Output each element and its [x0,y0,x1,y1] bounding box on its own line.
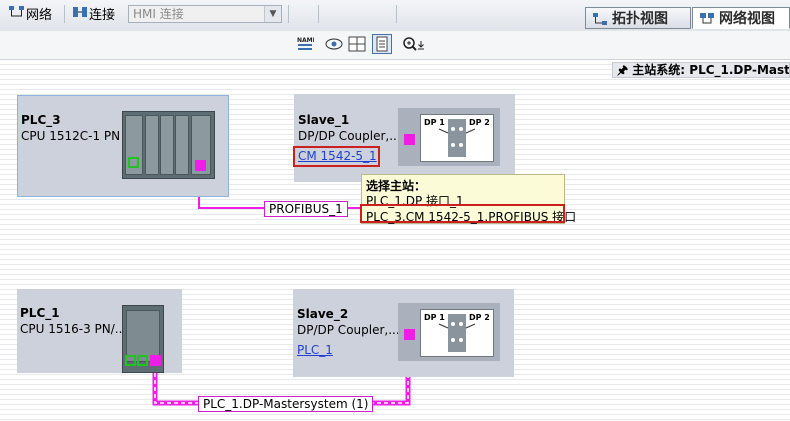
master-assignment-link[interactable]: CM 1542-5_1 [298,149,377,163]
profibus-port[interactable] [195,160,206,171]
profibus-port[interactable] [150,355,161,366]
dp-coupler-graphic: DP 1 DP 2 [420,309,494,357]
dp-port[interactable] [404,134,415,145]
device-type: CPU 1516-3 PN/... [20,322,127,336]
mastersystem-label[interactable]: PLC_1.DP-Mastersystem (1) [198,396,374,412]
dp2-label: DP 2 [469,118,490,127]
device-name: Slave_2 [297,307,349,321]
dp-port[interactable] [404,329,415,340]
profinet-port[interactable] [125,355,136,366]
device-plc-3[interactable]: PLC_3 CPU 1512C-1 PN [17,95,229,197]
cpu-image [122,305,164,373]
device-type: DP/DP Coupler,... [297,323,400,337]
profinet-port[interactable] [128,157,139,168]
dp2-label: DP 2 [469,313,490,322]
device-slave-2[interactable]: Slave_2 DP/DP Coupler,... PLC_1 DP 1 DP … [293,289,514,377]
device-type: CPU 1512C-1 PN [21,129,121,143]
dp-coupler-graphic: DP 1 DP 2 [420,114,494,162]
coupler-module-image: DP 1 DP 2 [398,108,500,166]
rack-slot [175,115,189,175]
profibus-1-label[interactable]: PROFIBUS_1 [264,201,348,217]
device-type: DP/DP Coupler,... [298,129,401,143]
device-plc-1[interactable]: PLC_1 CPU 1516-3 PN/... [17,289,182,373]
device-name: PLC_1 [20,306,60,320]
rack-slot [145,115,159,175]
device-slave-1[interactable]: Slave_1 DP/DP Coupler,... DP 1 DP 2 [294,94,515,182]
dp1-label: DP 1 [424,118,445,127]
dp1-label: DP 1 [424,313,445,322]
profinet-port[interactable] [137,355,148,366]
master-assignment-link[interactable]: PLC_1 [297,343,333,357]
highlight-box-option [360,204,565,223]
cpu-rack-image [122,111,215,179]
rack-slot [160,115,174,175]
coupler-module-image: DP 1 DP 2 [398,303,500,361]
device-name: PLC_3 [21,113,61,127]
device-name: Slave_1 [298,113,350,127]
